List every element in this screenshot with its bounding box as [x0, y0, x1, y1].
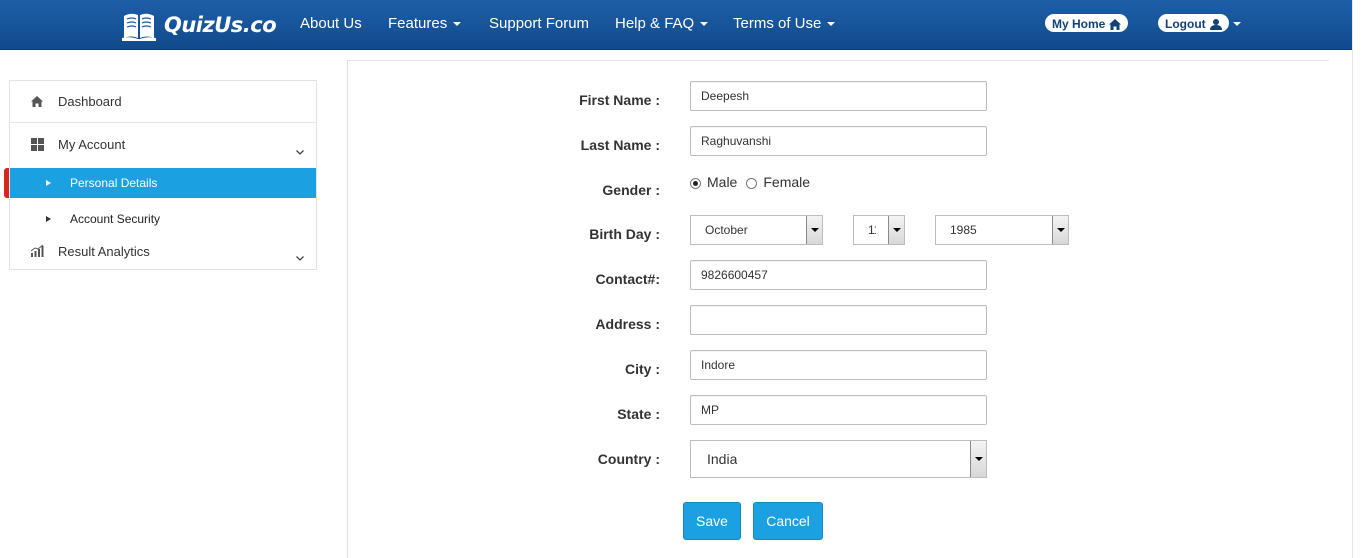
- my-home-label: My Home: [1052, 17, 1106, 31]
- last-name-label: Last Name :: [580, 137, 660, 153]
- last-name-input[interactable]: [690, 126, 987, 156]
- caret-right-icon: [46, 180, 51, 186]
- sidebar-subitem-label: Personal Details: [70, 176, 158, 190]
- sidebar-item-label: Result Analytics: [58, 243, 150, 259]
- sidebar-subitem-label: Account Security: [70, 212, 161, 226]
- nav-help-faq[interactable]: Help & FAQ: [615, 15, 709, 32]
- nav-about-us-label: About Us: [300, 15, 362, 32]
- country-select[interactable]: India: [690, 440, 987, 478]
- address-input[interactable]: [690, 305, 987, 335]
- gender-radio-group: Male Female: [690, 174, 810, 190]
- state-label: State :: [617, 406, 660, 422]
- country-value: India: [707, 451, 738, 467]
- nav-terms-of-use-label: Terms of Use: [733, 15, 822, 32]
- sidebar-item-result-analytics[interactable]: Result Analytics: [10, 234, 316, 268]
- gender-female-radio[interactable]: [746, 177, 758, 189]
- chevron-down-icon: [296, 143, 304, 158]
- scrollbar-track[interactable]: [1352, 0, 1366, 558]
- user-icon: [1209, 18, 1222, 30]
- dropdown-arrow-icon[interactable]: [1052, 216, 1068, 244]
- gender-male-label[interactable]: Male: [707, 174, 737, 190]
- nav-about-us[interactable]: About Us: [300, 15, 362, 32]
- top-navbar: QuizUs.co About Us Features Support Foru…: [0, 0, 1366, 50]
- dropdown-arrow-icon[interactable]: [806, 216, 822, 244]
- save-button[interactable]: Save: [683, 502, 741, 540]
- nav-help-faq-label: Help & FAQ: [615, 15, 695, 32]
- nav-support-forum[interactable]: Support Forum: [489, 15, 589, 32]
- gender-female-label[interactable]: Female: [763, 174, 810, 190]
- state-input[interactable]: [690, 395, 987, 425]
- city-input[interactable]: [690, 350, 987, 380]
- brand-logo[interactable]: QuizUs.co: [122, 7, 277, 43]
- nav-features-label: Features: [388, 15, 448, 32]
- caret-down-icon: [453, 22, 462, 27]
- home-icon: [30, 95, 44, 109]
- caret-down-icon: [827, 22, 836, 27]
- sidebar-item-label: My Account: [58, 137, 126, 152]
- brand-name: QuizUs.co: [164, 13, 277, 37]
- cancel-button[interactable]: Cancel: [753, 502, 823, 540]
- contact-label: Contact#:: [595, 271, 660, 287]
- nav-features[interactable]: Features: [388, 15, 462, 32]
- nav-support-forum-label: Support Forum: [489, 15, 590, 32]
- sidebar: Dashboard My Account Personal Details Ac…: [9, 80, 317, 270]
- logout-label: Logout: [1165, 17, 1206, 31]
- analytics-icon: [30, 244, 44, 258]
- sidebar-item-dashboard[interactable]: Dashboard: [10, 81, 316, 122]
- birth-month-select[interactable]: October: [690, 215, 823, 245]
- caret-right-icon: [46, 216, 51, 222]
- gender-label: Gender :: [602, 182, 660, 198]
- birth-day-select[interactable]: 11: [853, 215, 905, 245]
- first-name-label: First Name :: [579, 92, 660, 108]
- grid-icon: [30, 138, 44, 152]
- caret-down-icon: [700, 22, 709, 27]
- chevron-down-icon: [296, 249, 304, 264]
- dropdown-arrow-icon[interactable]: [888, 216, 904, 244]
- birth-month-value: October: [705, 223, 748, 237]
- sidebar-subitem-account-security[interactable]: Account Security: [10, 204, 316, 234]
- gender-male-radio[interactable]: [690, 177, 701, 189]
- book-icon: [122, 13, 156, 41]
- birth-day-label: Birth Day :: [589, 226, 660, 242]
- contact-input[interactable]: [690, 260, 987, 290]
- home-icon: [1109, 18, 1122, 30]
- birth-year-value: 1985: [950, 223, 977, 237]
- sidebar-subitem-personal-details[interactable]: Personal Details: [10, 168, 316, 198]
- birth-day-value: 11: [868, 223, 876, 237]
- birth-year-select[interactable]: 1985: [935, 215, 1069, 245]
- first-name-input[interactable]: [690, 81, 987, 111]
- my-home-button[interactable]: My Home: [1045, 14, 1129, 32]
- dropdown-arrow-icon[interactable]: [970, 441, 986, 477]
- sidebar-item-my-account[interactable]: My Account: [10, 123, 316, 166]
- sidebar-item-label: Dashboard: [58, 94, 122, 109]
- nav-terms-of-use[interactable]: Terms of Use: [733, 15, 836, 32]
- country-label: Country :: [597, 451, 660, 467]
- logout-caret-icon[interactable]: [1233, 22, 1241, 26]
- logout-button[interactable]: Logout: [1158, 14, 1229, 32]
- city-label: City :: [625, 361, 660, 377]
- address-label: Address :: [595, 316, 660, 332]
